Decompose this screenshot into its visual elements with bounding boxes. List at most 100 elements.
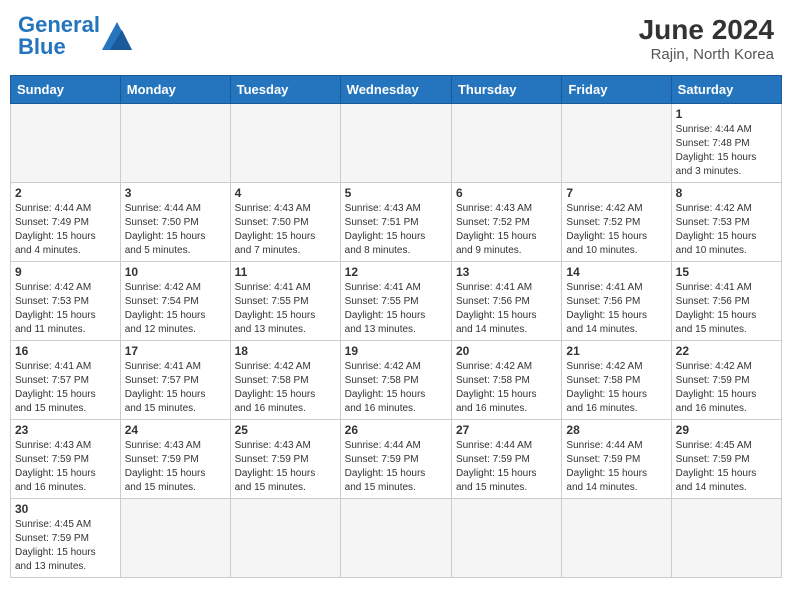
day-info: Sunrise: 4:41 AM Sunset: 7:56 PM Dayligh…: [456, 281, 557, 337]
week-row-1: 2 Sunrise: 4:44 AM Sunset: 7:49 PM Daylig…: [11, 183, 782, 262]
day-info: Sunrise: 4:44 AM Sunset: 7:59 PM Dayligh…: [566, 439, 666, 495]
day-info: Sunrise: 4:41 AM Sunset: 7:56 PM Dayligh…: [676, 281, 777, 337]
day-info: Sunrise: 4:43 AM Sunset: 7:59 PM Dayligh…: [15, 439, 116, 495]
logo-icon: [102, 22, 132, 50]
logo-blue: Blue: [18, 34, 66, 59]
day-number: 3: [125, 186, 226, 200]
day-number: 23: [15, 423, 116, 437]
day-info: Sunrise: 4:42 AM Sunset: 7:59 PM Dayligh…: [676, 360, 777, 416]
day-number: 17: [125, 344, 226, 358]
calendar-cell: [562, 104, 671, 183]
day-info: Sunrise: 4:42 AM Sunset: 7:58 PM Dayligh…: [235, 360, 336, 416]
week-row-2: 9Sunrise: 4:42 AM Sunset: 7:53 PM Daylig…: [11, 262, 782, 341]
col-header-sunday: Sunday: [11, 76, 121, 104]
day-info: Sunrise: 4:41 AM Sunset: 7:56 PM Dayligh…: [566, 281, 666, 337]
calendar-cell: 8 Sunrise: 4:42 AM Sunset: 7:53 PM Daylig…: [671, 183, 781, 262]
day-number: 21: [566, 344, 666, 358]
day-info: Sunrise: 4:45 AM Sunset: 7:59 PM Dayligh…: [15, 518, 116, 574]
calendar-cell: [230, 499, 340, 578]
day-info: Sunrise: 4:43 AM Sunset: 7:59 PM Dayligh…: [235, 439, 336, 495]
day-info: Sunrise: 4:42 AM Sunset: 7:58 PM Dayligh…: [566, 360, 666, 416]
day-number: 20: [456, 344, 557, 358]
day-info: Sunrise: 4:44 AM Sunset: 7:49 PM Dayligh…: [15, 202, 116, 258]
day-number: 22: [676, 344, 777, 358]
day-number: 10: [125, 265, 226, 279]
calendar-cell: 1 Sunrise: 4:44 AM Sunset: 7:48 PM Daylig…: [671, 104, 781, 183]
day-info: Sunrise: 4:42 AM Sunset: 7:58 PM Dayligh…: [456, 360, 557, 416]
day-info: Sunrise: 4:45 AM Sunset: 7:59 PM Dayligh…: [676, 439, 777, 495]
day-info: Sunrise: 4:43 AM Sunset: 7:59 PM Dayligh…: [125, 439, 226, 495]
calendar-cell: 20 Sunrise: 4:42 AM Sunset: 7:58 PM Dayli…: [451, 341, 561, 420]
calendar: SundayMondayTuesdayWednesdayThursdayFrid…: [10, 75, 782, 578]
day-number: 25: [235, 423, 336, 437]
day-info: Sunrise: 4:44 AM Sunset: 7:59 PM Dayligh…: [345, 439, 447, 495]
calendar-cell: 22 Sunrise: 4:42 AM Sunset: 7:59 PM Dayli…: [671, 341, 781, 420]
title-area: June 2024 Rajin, North Korea: [639, 14, 774, 63]
day-info: Sunrise: 4:41 AM Sunset: 7:57 PM Dayligh…: [125, 360, 226, 416]
week-row-4: 23 Sunrise: 4:43 AM Sunset: 7:59 PM Dayli…: [11, 420, 782, 499]
day-number: 15: [676, 265, 777, 279]
calendar-cell: [120, 104, 230, 183]
day-number: 2: [15, 186, 116, 200]
day-info: Sunrise: 4:42 AM Sunset: 7:58 PM Dayligh…: [345, 360, 447, 416]
calendar-cell: 16Sunrise: 4:41 AM Sunset: 7:57 PM Dayli…: [11, 341, 121, 420]
calendar-cell: 2 Sunrise: 4:44 AM Sunset: 7:49 PM Daylig…: [11, 183, 121, 262]
day-number: 11: [235, 265, 336, 279]
logo-text: General Blue: [18, 14, 100, 58]
calendar-cell: [562, 499, 671, 578]
calendar-cell: [451, 499, 561, 578]
calendar-cell: 26 Sunrise: 4:44 AM Sunset: 7:59 PM Dayli…: [340, 420, 451, 499]
col-header-tuesday: Tuesday: [230, 76, 340, 104]
calendar-cell: [671, 499, 781, 578]
day-number: 12: [345, 265, 447, 279]
day-info: Sunrise: 4:44 AM Sunset: 7:48 PM Dayligh…: [676, 123, 777, 179]
day-number: 8: [676, 186, 777, 200]
calendar-cell: 11Sunrise: 4:41 AM Sunset: 7:55 PM Dayli…: [230, 262, 340, 341]
calendar-cell: 6Sunrise: 4:43 AM Sunset: 7:52 PM Daylig…: [451, 183, 561, 262]
day-number: 4: [235, 186, 336, 200]
day-info: Sunrise: 4:44 AM Sunset: 7:50 PM Dayligh…: [125, 202, 226, 258]
day-info: Sunrise: 4:42 AM Sunset: 7:54 PM Dayligh…: [125, 281, 226, 337]
day-info: Sunrise: 4:42 AM Sunset: 7:53 PM Dayligh…: [15, 281, 116, 337]
calendar-cell: 5Sunrise: 4:43 AM Sunset: 7:51 PM Daylig…: [340, 183, 451, 262]
day-number: 16: [15, 344, 116, 358]
calendar-cell: 28Sunrise: 4:44 AM Sunset: 7:59 PM Dayli…: [562, 420, 671, 499]
day-info: Sunrise: 4:41 AM Sunset: 7:55 PM Dayligh…: [345, 281, 447, 337]
calendar-cell: 10 Sunrise: 4:42 AM Sunset: 7:54 PM Dayli…: [120, 262, 230, 341]
day-info: Sunrise: 4:44 AM Sunset: 7:59 PM Dayligh…: [456, 439, 557, 495]
day-number: 1: [676, 107, 777, 121]
day-info: Sunrise: 4:42 AM Sunset: 7:52 PM Dayligh…: [566, 202, 666, 258]
calendar-cell: 4 Sunrise: 4:43 AM Sunset: 7:50 PM Daylig…: [230, 183, 340, 262]
day-number: 24: [125, 423, 226, 437]
calendar-cell: 7 Sunrise: 4:42 AM Sunset: 7:52 PM Daylig…: [562, 183, 671, 262]
calendar-cell: 3 Sunrise: 4:44 AM Sunset: 7:50 PM Daylig…: [120, 183, 230, 262]
day-info: Sunrise: 4:43 AM Sunset: 7:50 PM Dayligh…: [235, 202, 336, 258]
calendar-cell: 9Sunrise: 4:42 AM Sunset: 7:53 PM Daylig…: [11, 262, 121, 341]
calendar-cell: [230, 104, 340, 183]
week-row-0: 1 Sunrise: 4:44 AM Sunset: 7:48 PM Daylig…: [11, 104, 782, 183]
day-info: Sunrise: 4:43 AM Sunset: 7:52 PM Dayligh…: [456, 202, 557, 258]
calendar-header-row: SundayMondayTuesdayWednesdayThursdayFrid…: [11, 76, 782, 104]
day-info: Sunrise: 4:42 AM Sunset: 7:53 PM Dayligh…: [676, 202, 777, 258]
calendar-cell: 17 Sunrise: 4:41 AM Sunset: 7:57 PM Dayli…: [120, 341, 230, 420]
calendar-cell: 23 Sunrise: 4:43 AM Sunset: 7:59 PM Dayli…: [11, 420, 121, 499]
day-number: 19: [345, 344, 447, 358]
week-row-5: 30Sunrise: 4:45 AM Sunset: 7:59 PM Dayli…: [11, 499, 782, 578]
calendar-cell: 19 Sunrise: 4:42 AM Sunset: 7:58 PM Dayli…: [340, 341, 451, 420]
day-number: 14: [566, 265, 666, 279]
calendar-cell: 12 Sunrise: 4:41 AM Sunset: 7:55 PM Dayli…: [340, 262, 451, 341]
day-number: 13: [456, 265, 557, 279]
calendar-cell: 13 Sunrise: 4:41 AM Sunset: 7:56 PM Dayli…: [451, 262, 561, 341]
day-number: 18: [235, 344, 336, 358]
calendar-cell: 14 Sunrise: 4:41 AM Sunset: 7:56 PM Dayli…: [562, 262, 671, 341]
day-number: 26: [345, 423, 447, 437]
month-title: June 2024: [639, 14, 774, 46]
logo: General Blue: [18, 14, 132, 58]
day-number: 29: [676, 423, 777, 437]
calendar-cell: 18 Sunrise: 4:42 AM Sunset: 7:58 PM Dayli…: [230, 341, 340, 420]
day-number: 7: [566, 186, 666, 200]
calendar-cell: [340, 499, 451, 578]
week-row-3: 16 Sunrise: 4:41 AM Sunset: 7:57 PM Dayli…: [11, 341, 782, 420]
calendar-cell: 30Sunrise: 4:45 AM Sunset: 7:59 PM Dayli…: [11, 499, 121, 578]
col-header-monday: Monday: [120, 76, 230, 104]
